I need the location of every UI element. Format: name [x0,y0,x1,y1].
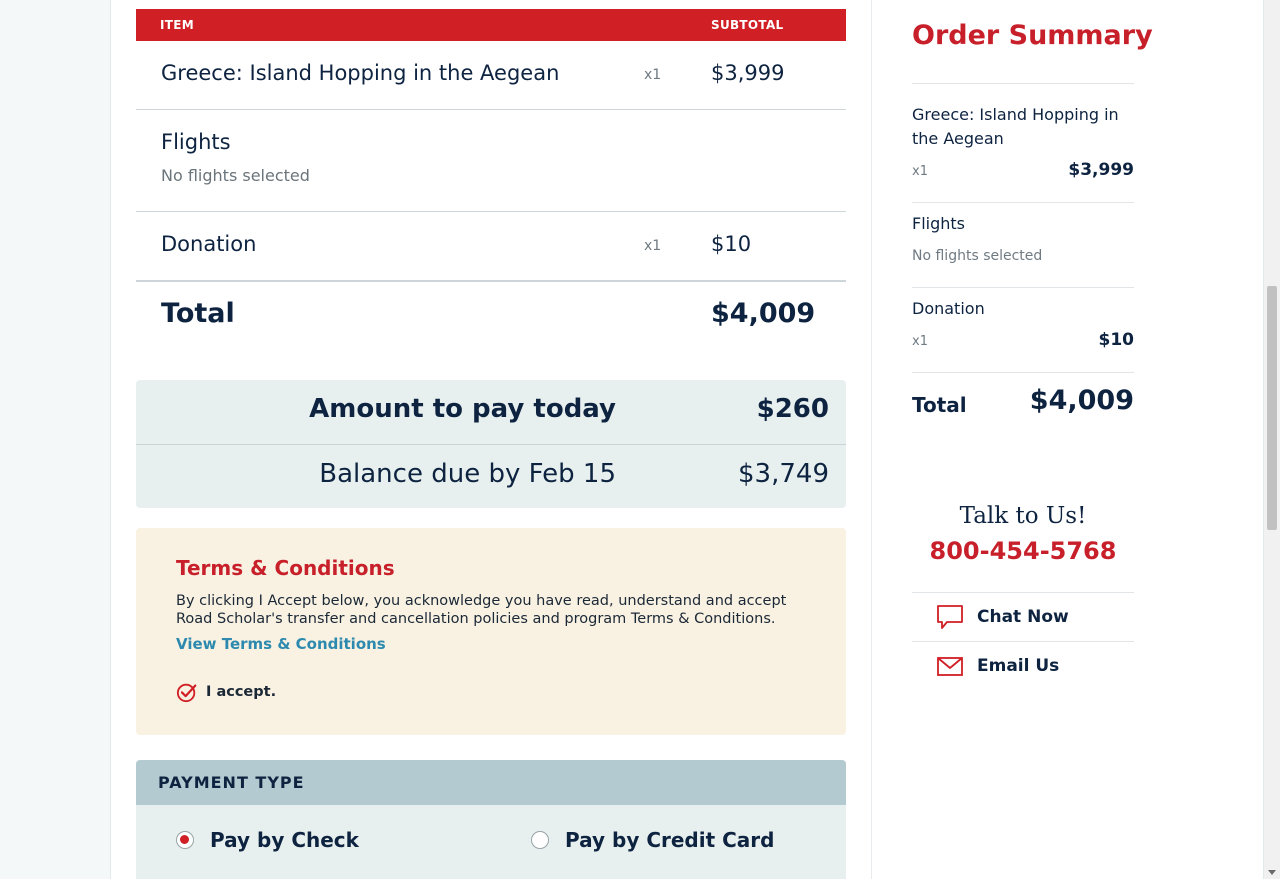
accept-checkbox[interactable]: I accept. [176,680,276,704]
sidebar-divider [912,202,1134,203]
sidebar-donation-qty: x1 [912,334,928,349]
pay-box-divider [136,444,846,445]
sidebar-total-value: $4,009 [1029,385,1134,416]
sidebar-trip-name: Greece: Island Hopping in the Aegean [912,105,1119,148]
payment-type-heading: PAYMENT TYPE [158,773,305,792]
envelope-icon [937,657,963,676]
trip-qty: x1 [644,67,662,83]
sidebar-donation-price: $10 [1098,330,1135,350]
email-us-button[interactable]: Email Us [912,642,1134,690]
balance-label: Balance due by Feb 15 [319,459,616,489]
cart-table-header: ITEM SUBTOTAL [136,9,846,41]
trip-name: Greece: Island Hopping in the Aegean [161,61,560,85]
donation-price: $10 [711,232,752,256]
payment-type-header: PAYMENT TYPE [136,760,846,805]
total-value: $4,009 [711,298,816,329]
accept-label: I accept. [206,684,277,700]
email-us-label: Email Us [977,656,1060,676]
check-circle-icon [176,683,197,703]
sidebar-divider [912,83,1134,84]
pay-today-value: $260 [756,394,829,424]
chat-bubble-icon [937,605,963,629]
talk-to-us: Talk to Us! [959,503,1087,529]
flights-name: Flights [161,130,231,154]
page-container: ITEM SUBTOTAL Greece: Island Hopping in … [110,0,1264,879]
cart-row-trip: Greece: Island Hopping in the Aegean x1 … [136,41,846,110]
payment-summary-box: Amount to pay today $260 Balance due by … [136,380,846,508]
trip-price: $3,999 [711,61,785,85]
radio-dot-card [531,831,549,849]
donation-name: Donation [161,232,257,256]
order-summary-heading: Order Summary [912,20,1153,51]
chat-now-label: Chat Now [977,607,1069,627]
sidebar-flights-name: Flights [912,214,965,233]
sidebar-total-label: Total [912,393,967,417]
pay-today-label: Amount to pay today [309,394,616,424]
sidebar-donation-name: Donation [912,299,985,318]
cart-row-donation: Donation x1 $10 [136,212,846,282]
phone-link[interactable]: 800-454-5768 [912,537,1134,565]
pay-by-card-radio[interactable]: Pay by Credit Card [531,828,774,852]
terms-title: Terms & Conditions [176,556,395,580]
page-scrollbar[interactable] [1264,0,1280,879]
balance-value: $3,749 [738,459,829,489]
terms-box: Terms & Conditions By clicking I Accept … [136,528,846,735]
terms-body: By clicking I Accept below, you acknowle… [176,593,787,627]
radio-dot-check [176,831,194,849]
donation-qty: x1 [644,238,662,254]
payment-type-section: PAYMENT TYPE Pay by Check Pay by Credit … [136,760,846,879]
scroll-down-arrow-icon[interactable] [1268,870,1276,875]
header-item: ITEM [160,18,194,32]
cart-total-row: Total $4,009 [136,282,846,352]
total-label: Total [161,298,235,329]
header-subtotal: SUBTOTAL [711,18,784,32]
sidebar-trip-price: $3,999 [1068,160,1134,180]
scrollbar-thumb[interactable] [1267,286,1277,530]
pay-by-check-label: Pay by Check [210,828,359,852]
sidebar-flights-note: No flights selected [912,248,1043,264]
view-terms-link[interactable]: View Terms & Conditions [176,635,386,653]
cart-row-flights: Flights No flights selected [136,110,846,212]
sidebar-trip-qty: x1 [912,164,928,179]
sidebar-divider [912,372,1134,373]
chat-now-button[interactable]: Chat Now [912,593,1134,641]
column-divider [871,0,872,879]
sidebar-divider [912,287,1134,288]
flights-note: No flights selected [161,166,310,185]
pay-by-check-radio[interactable]: Pay by Check [176,828,359,852]
pay-by-card-label: Pay by Credit Card [565,828,775,852]
